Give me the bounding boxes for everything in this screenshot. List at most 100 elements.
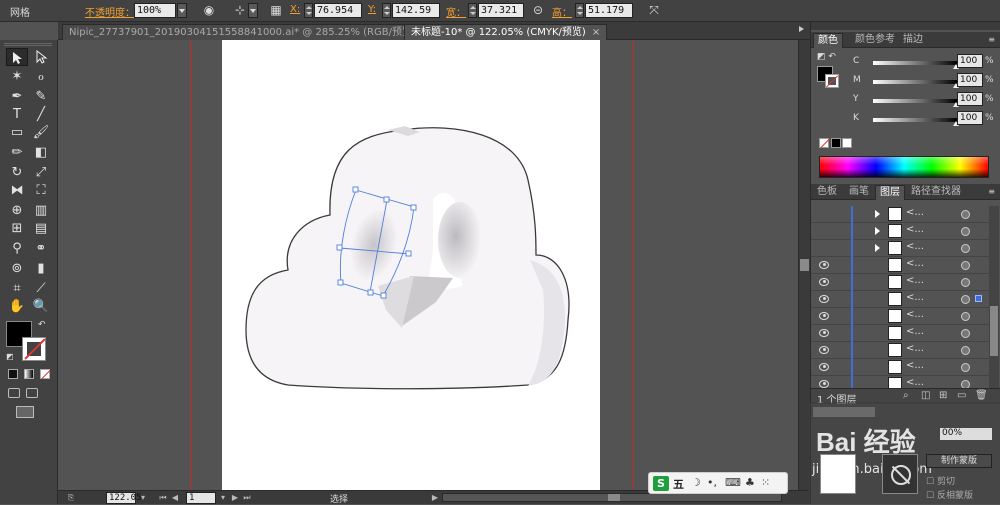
expand-arrow-icon[interactable] — [875, 210, 880, 218]
last-artboard-icon[interactable]: ⏭ — [242, 493, 252, 503]
prev-artboard-icon[interactable]: ◀ — [170, 493, 180, 503]
hand-tool-icon[interactable]: ✋ — [6, 298, 28, 316]
anchor-point[interactable] — [383, 196, 390, 203]
zoom-input[interactable]: 122.05 — [106, 492, 142, 504]
align-dropdown-icon[interactable] — [248, 3, 258, 18]
layer-row[interactable]: <... — [811, 342, 989, 359]
sogou-logo-icon[interactable]: S — [653, 476, 669, 491]
slider-track[interactable] — [873, 118, 957, 122]
layer-name[interactable]: <... — [906, 309, 924, 320]
pen-tool-icon[interactable]: ✒ — [6, 88, 28, 106]
yellow-slider[interactable]: Y 100 % — [817, 92, 997, 110]
layer-row[interactable]: <... — [811, 274, 989, 291]
tab-swatches[interactable]: 色板 — [813, 185, 841, 200]
layers-scrollbar[interactable] — [989, 206, 999, 392]
default-colors-icon[interactable]: ◩ — [6, 352, 14, 361]
draw-behind-icon[interactable] — [26, 388, 38, 398]
panel-menu-icon[interactable]: ≡ — [988, 35, 995, 44]
eyedropper-tool-icon[interactable]: ⚲ — [6, 240, 28, 258]
symbol-sprayer-tool-icon[interactable]: ⊚ — [6, 260, 28, 278]
anchor-point[interactable] — [352, 186, 359, 193]
cyan-value-input[interactable]: 100 — [957, 54, 983, 68]
target-icon[interactable] — [961, 363, 970, 372]
slider-track[interactable] — [873, 80, 957, 84]
locate-object-icon[interactable]: ⌕ — [903, 390, 909, 401]
visibility-eye-icon[interactable] — [819, 380, 829, 388]
expand-arrow-icon[interactable] — [875, 244, 880, 252]
anchor-point[interactable] — [337, 279, 344, 286]
cloud-body[interactable] — [245, 127, 570, 390]
opacity-dropdown-icon[interactable] — [177, 3, 187, 18]
screen-mode-icon[interactable] — [16, 406, 34, 418]
selection-tool-icon[interactable] — [6, 48, 28, 66]
target-icon[interactable] — [961, 312, 970, 321]
black-value-input[interactable]: 100 — [957, 111, 983, 125]
tab-pathfinder[interactable]: 路径查找器 — [907, 185, 965, 200]
layer-row[interactable]: <... — [811, 359, 989, 376]
rotate-tool-icon[interactable]: ↻ — [6, 164, 28, 182]
transform-icon[interactable]: ⤧ — [646, 3, 662, 18]
first-artboard-icon[interactable]: ⏮ — [158, 493, 168, 503]
layer-name[interactable]: <... — [906, 207, 924, 218]
visibility-eye-icon[interactable] — [819, 261, 829, 269]
skin-icon[interactable]: ♣ — [745, 476, 755, 489]
width-tool-icon[interactable]: ⧓ — [6, 182, 28, 200]
gradient-mode-icon[interactable] — [24, 369, 34, 379]
tab-color-guide[interactable]: 颜色参考 — [851, 33, 899, 48]
color-mode-icon[interactable] — [8, 369, 18, 379]
mesh-tool-icon[interactable]: ⊞ — [6, 220, 28, 238]
artboard-dropdown-icon[interactable]: ▾ — [218, 493, 228, 503]
slider-track[interactable] — [873, 61, 957, 65]
layer-row[interactable]: <... — [811, 206, 989, 223]
paintbrush-tool-icon[interactable]: 🖌 — [30, 124, 52, 142]
layer-row[interactable]: <... — [811, 240, 989, 257]
layer-name[interactable]: <... — [906, 377, 924, 388]
magic-wand-tool-icon[interactable]: ✶ — [6, 68, 28, 86]
toolbox-grip[interactable] — [4, 43, 52, 46]
punctuation-icon[interactable]: •, — [707, 476, 717, 489]
keyboard-icon[interactable]: ⌨ — [725, 476, 741, 489]
layer-row[interactable]: <... — [811, 308, 989, 325]
artboard-number-input[interactable]: 1 — [186, 492, 216, 504]
black-color-swatch[interactable] — [831, 138, 841, 148]
blend-tool-icon[interactable]: ⚭ — [30, 240, 52, 258]
layer-row[interactable]: <... — [811, 291, 989, 308]
rectangle-tool-icon[interactable]: ▭ — [6, 124, 28, 142]
eraser-tool-icon[interactable]: ◧ — [30, 144, 52, 162]
tab-overflow-icon[interactable] — [799, 26, 804, 32]
stroke-swatch[interactable] — [22, 337, 46, 361]
x-label[interactable]: X: — [290, 4, 300, 15]
yellow-value-input[interactable]: 100 — [957, 92, 983, 106]
target-icon[interactable] — [961, 227, 970, 236]
zoom-tool-icon[interactable]: 🔍 — [30, 298, 52, 316]
canvas[interactable] — [58, 40, 798, 490]
next-artboard-icon[interactable]: ▶ — [230, 493, 240, 503]
slice-tool-icon[interactable]: ⟋ — [30, 280, 52, 298]
height-stepper[interactable] — [575, 3, 584, 18]
layer-name[interactable]: <... — [906, 292, 924, 303]
toolbox-grid-icon[interactable]: ⁙ — [761, 476, 770, 489]
tab-color[interactable]: 颜色 — [813, 33, 843, 48]
color-spectrum[interactable] — [819, 156, 989, 178]
shape-builder-tool-icon[interactable]: ⊕ — [6, 202, 28, 220]
ime-mode-label[interactable]: 五 — [673, 476, 684, 492]
tab-untitled-10[interactable]: 未标题-10* @ 122.05% (CMYK/预览) × — [404, 24, 608, 40]
invert-mask-checkbox[interactable]: ☐ 反相蒙版 — [926, 488, 973, 501]
black-slider[interactable]: K 100 % — [817, 111, 997, 129]
draw-normal-icon[interactable] — [8, 388, 20, 398]
free-transform-tool-icon[interactable]: ⛶ — [30, 182, 52, 200]
dock-grip[interactable] — [811, 22, 1000, 30]
target-icon[interactable] — [961, 261, 970, 270]
layer-name[interactable]: <... — [906, 360, 924, 371]
delete-layer-icon[interactable]: 🗑 — [975, 390, 988, 401]
width-input[interactable]: 37.321 — [478, 3, 524, 18]
target-icon[interactable] — [961, 278, 970, 287]
zoom-dropdown-icon[interactable]: ▾ — [138, 493, 148, 503]
make-mask-button[interactable]: 制作蒙版 — [926, 454, 992, 468]
tab-brushes[interactable]: 画笔 — [845, 185, 873, 200]
new-sublayer-icon[interactable]: ⊞ — [939, 390, 947, 401]
visibility-eye-icon[interactable] — [819, 312, 829, 320]
target-icon[interactable] — [961, 329, 970, 338]
magenta-value-input[interactable]: 100 — [957, 73, 983, 87]
layer-row[interactable]: <... — [811, 223, 989, 240]
